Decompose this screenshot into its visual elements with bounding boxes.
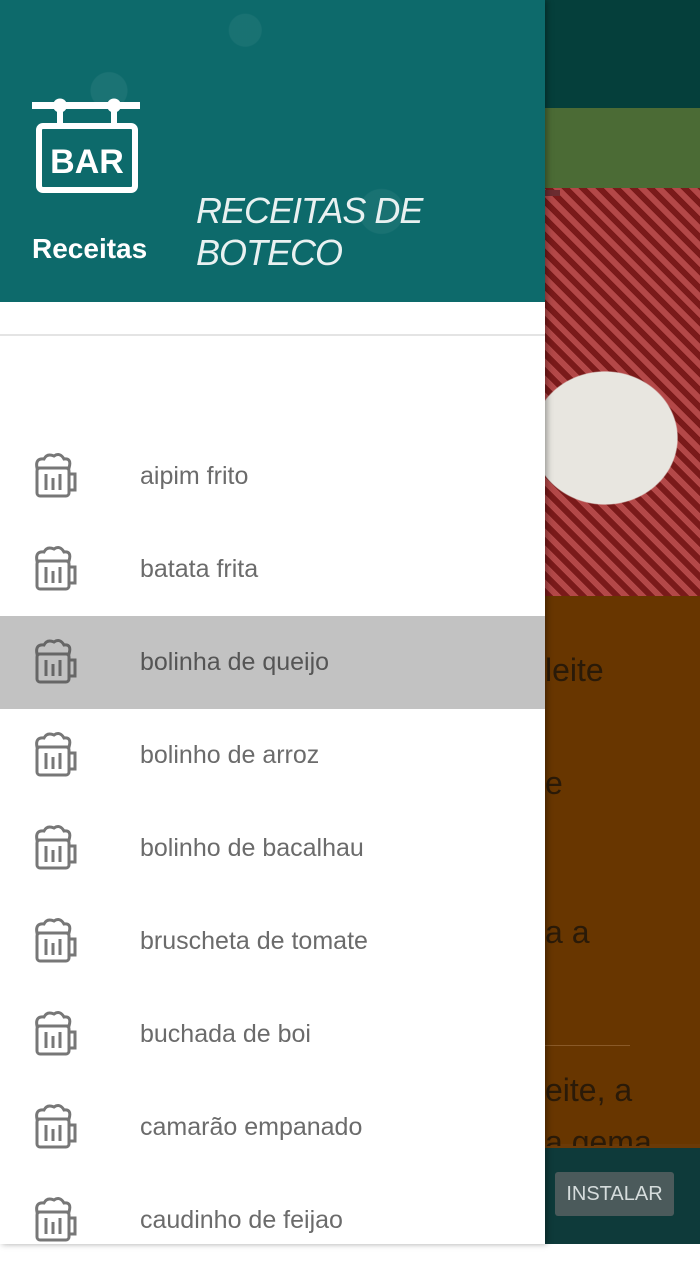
recipe-text-line: e: [545, 765, 563, 801]
recipe-divider: [545, 1045, 630, 1046]
menu-item-caudinho-de-feijao[interactable]: caudinho de feijao: [0, 1174, 545, 1267]
menu-item-label: bolinha de queijo: [140, 648, 330, 676]
logo-text: BAR: [50, 143, 124, 181]
beer-mug-icon: [35, 1011, 77, 1056]
recipe-photo-top: [545, 108, 700, 188]
menu-item-aipim-frito[interactable]: aipim frito: [0, 430, 545, 523]
menu-item-buchada-de-boi[interactable]: buchada de boi: [0, 988, 545, 1081]
menu-item-label: caudinho de feijao: [140, 1206, 343, 1234]
menu-item-batata-frita[interactable]: batata frita: [0, 523, 545, 616]
menu-item-label: batata frita: [140, 555, 259, 583]
beer-mug-icon: [35, 453, 77, 498]
recipe-menu: aipim frito batata frita bolinha de quei…: [0, 430, 545, 1267]
beer-mug-icon: [35, 639, 77, 684]
beer-mug-icon: [35, 1104, 77, 1149]
menu-item-bruscheta-de-tomate[interactable]: bruscheta de tomate: [0, 895, 545, 988]
beer-mug-icon: [35, 825, 77, 870]
beer-mug-icon: [35, 918, 77, 963]
recipe-text-line: a a: [545, 914, 590, 950]
menu-item-label: bruscheta de tomate: [140, 927, 368, 955]
drawer-title: Receitas: [32, 233, 148, 264]
menu-item-label: aipim frito: [140, 462, 249, 490]
brand-title: RECEITAS DE BOTECO: [196, 190, 423, 273]
menu-item-bolinha-de-queijo[interactable]: bolinha de queijo: [0, 616, 545, 709]
menu-item-label: buchada de boi: [140, 1020, 311, 1048]
recipe-text-line: eite, a: [545, 1072, 633, 1108]
bar-sign-logo: BAR: [32, 98, 140, 193]
beer-mug-icon: [35, 1197, 77, 1242]
menu-item-label: bolinho de arroz: [140, 741, 320, 769]
beer-mug-icon: [35, 546, 77, 591]
photo-accent: [545, 190, 560, 196]
menu-item-label: bolinho de bacalhau: [140, 834, 364, 862]
navigation-drawer: BAR RECEITAS DE BOTECO Receitas aipim fr…: [0, 0, 545, 1244]
beer-mug-icon: [35, 732, 77, 777]
menu-item-label: camarão empanado: [140, 1113, 363, 1141]
recipe-text-line: leite: [545, 652, 604, 688]
drawer-divider: [0, 334, 545, 336]
drawer-header: BAR RECEITAS DE BOTECO Receitas: [0, 0, 545, 302]
recipe-text-line: a gema: [545, 1124, 652, 1146]
menu-item-bolinho-de-bacalhau[interactable]: bolinho de bacalhau: [0, 802, 545, 895]
menu-item-bolinho-de-arroz[interactable]: bolinho de arroz: [0, 709, 545, 802]
menu-item-camarao-empanado[interactable]: camarão empanado: [0, 1081, 545, 1174]
install-button[interactable]: INSTALAR: [555, 1172, 674, 1216]
